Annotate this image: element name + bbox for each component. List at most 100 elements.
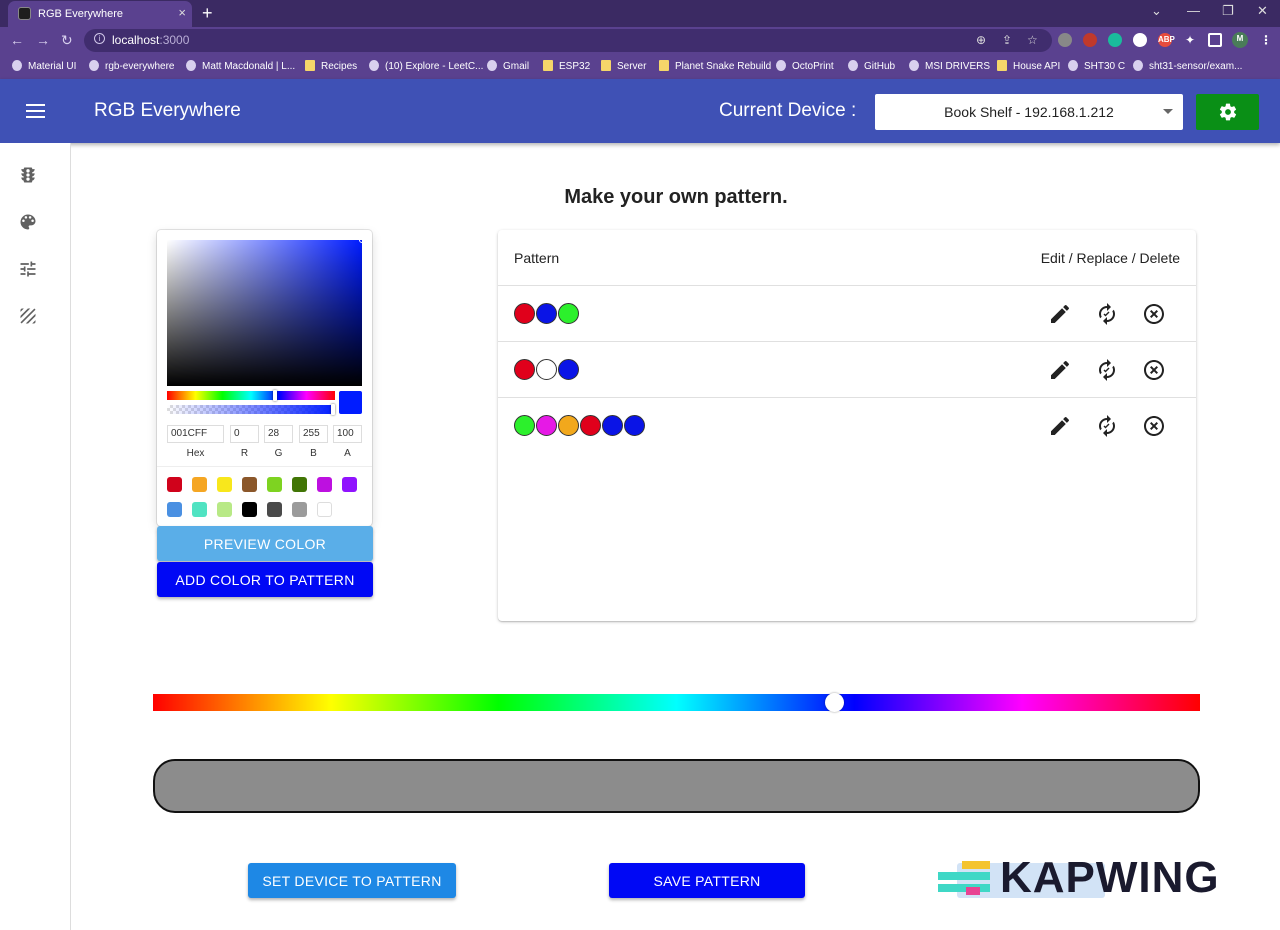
tab-close-icon[interactable]: × [178, 5, 186, 20]
bookmark-item[interactable]: Material UI [12, 60, 76, 72]
bookmark-item[interactable]: GitHub [848, 60, 895, 72]
delete-circle-icon[interactable] [1142, 358, 1166, 382]
bookmark-label: GitHub [864, 61, 896, 72]
reload-icon[interactable]: ↻ [61, 32, 73, 49]
close-window-button[interactable]: ✕ [1257, 3, 1268, 19]
saturation-knob[interactable] [359, 237, 365, 243]
bookmark-star-icon[interactable]: ☆ [1027, 33, 1038, 47]
traffic-light-icon[interactable] [18, 165, 38, 185]
pattern-color-dot [558, 359, 579, 380]
bookmark-item[interactable]: rgb-everywhere [89, 60, 174, 72]
hue-slider-thumb[interactable] [824, 693, 844, 712]
delete-circle-icon[interactable] [1142, 302, 1166, 326]
preset-color-swatch[interactable] [267, 502, 282, 517]
tab-search-icon[interactable]: ⌄ [1151, 3, 1162, 19]
pattern-color-dot [514, 415, 535, 436]
alpha-slider[interactable] [167, 404, 335, 415]
pattern-color-dot [536, 359, 557, 380]
info-icon[interactable]: i [94, 33, 105, 44]
tune-icon[interactable] [18, 259, 38, 279]
add-color-to-pattern-button[interactable]: ADD COLOR TO PATTERN [157, 562, 373, 597]
settings-button[interactable] [1196, 94, 1259, 130]
extension-icon[interactable] [1083, 33, 1097, 47]
b-input[interactable] [299, 424, 328, 443]
leetcode-icon [369, 60, 379, 71]
preset-color-swatch[interactable] [167, 502, 182, 517]
bookmark-item[interactable]: SHT30 C [1068, 60, 1125, 72]
actions-column-header: Edit / Replace / Delete [1040, 250, 1180, 266]
a-input[interactable] [333, 424, 362, 443]
hex-field: Hex [167, 423, 224, 459]
preset-color-swatch[interactable] [242, 477, 257, 492]
preset-color-swatch[interactable] [317, 502, 332, 517]
preview-color-button[interactable]: PREVIEW COLOR [157, 526, 373, 561]
preset-color-swatch[interactable] [267, 477, 282, 492]
edit-pencil-icon[interactable] [1048, 358, 1072, 382]
restore-button[interactable]: ❐ [1222, 3, 1234, 19]
hue-slider-thumb[interactable] [272, 390, 277, 401]
bookmark-item[interactable]: Gmail [487, 60, 529, 72]
extension-gear-icon[interactable] [1058, 33, 1072, 47]
bookmark-item[interactable]: sht31-sensor/exam... [1133, 60, 1242, 72]
bookmark-label: Matt Macdonald | L... [202, 61, 296, 72]
hex-input[interactable] [167, 424, 224, 443]
bookmark-item[interactable]: Server [601, 60, 646, 72]
g-input[interactable] [264, 424, 293, 443]
grammarly-icon[interactable] [1108, 33, 1122, 47]
preset-color-swatch[interactable] [217, 477, 232, 492]
alpha-slider-thumb[interactable] [331, 404, 335, 415]
new-tab-button[interactable]: + [202, 3, 213, 24]
extension-icon[interactable] [1133, 33, 1147, 47]
puzzle-icon[interactable]: ✦ [1183, 33, 1197, 47]
sidepanel-icon[interactable] [1208, 33, 1222, 47]
device-select[interactable]: Book Shelf - 192.168.1.212 [875, 94, 1183, 130]
preset-color-swatch[interactable] [342, 477, 357, 492]
replace-icon[interactable] [1095, 358, 1119, 382]
menu-dots-icon[interactable]: ⋮ [1259, 33, 1273, 47]
brightness-hue-slider[interactable] [153, 693, 1200, 712]
minimize-button[interactable]: — [1187, 3, 1200, 18]
pattern-color-dot [558, 415, 579, 436]
address-bar[interactable]: i localhost:3000 ⊕ ⇪ ☆ [84, 29, 1052, 52]
replace-icon[interactable] [1095, 302, 1119, 326]
edit-pencil-icon[interactable] [1048, 414, 1072, 438]
bookmark-item[interactable]: Recipes [305, 60, 357, 72]
preset-color-swatch[interactable] [242, 502, 257, 517]
bookmark-item[interactable]: Planet Snake Rebuild [659, 60, 771, 72]
bookmark-item[interactable]: OctoPrint [776, 60, 834, 72]
preset-color-swatch[interactable] [317, 477, 332, 492]
delete-circle-icon[interactable] [1142, 414, 1166, 438]
preset-color-swatch[interactable] [192, 477, 207, 492]
texture-icon[interactable] [18, 306, 38, 326]
bookmark-item[interactable]: ESP32 [543, 60, 590, 72]
preset-color-swatch[interactable] [167, 477, 182, 492]
preset-color-swatch[interactable] [192, 502, 207, 517]
palette-icon[interactable] [18, 212, 38, 232]
adblock-icon[interactable]: ABP [1158, 33, 1175, 47]
back-arrow-icon[interactable]: ← [10, 32, 24, 48]
github-icon [848, 60, 858, 71]
profile-avatar[interactable]: M [1232, 32, 1248, 48]
zoom-icon[interactable]: ⊕ [976, 33, 986, 47]
bookmark-item[interactable]: MSI DRIVERS [909, 60, 990, 72]
preset-color-swatch[interactable] [292, 477, 307, 492]
set-device-to-pattern-button[interactable]: SET DEVICE TO PATTERN [248, 863, 456, 898]
share-icon[interactable]: ⇪ [1002, 33, 1012, 47]
folder-icon [659, 60, 669, 71]
bookmark-item[interactable]: House API [997, 60, 1060, 72]
preset-color-swatch[interactable] [217, 502, 232, 517]
preset-color-swatch[interactable] [292, 502, 307, 517]
save-pattern-button[interactable]: SAVE PATTERN [609, 863, 805, 898]
r-input[interactable] [230, 424, 259, 443]
edit-pencil-icon[interactable] [1048, 302, 1072, 326]
browser-tab-bar: RGB Everywhere × + ⌄ — ❐ ✕ [0, 0, 1280, 27]
bookmark-item[interactable]: (10) Explore - LeetC... [369, 60, 483, 72]
bookmark-item[interactable]: Matt Macdonald | L... [186, 60, 295, 72]
chevron-down-icon [1163, 109, 1173, 114]
browser-tab[interactable]: RGB Everywhere × [8, 1, 192, 27]
replace-icon[interactable] [1095, 414, 1119, 438]
hue-slider[interactable] [167, 390, 335, 401]
menu-icon[interactable] [26, 104, 45, 118]
forward-arrow-icon[interactable]: → [36, 32, 50, 48]
saturation-area[interactable] [167, 237, 365, 386]
